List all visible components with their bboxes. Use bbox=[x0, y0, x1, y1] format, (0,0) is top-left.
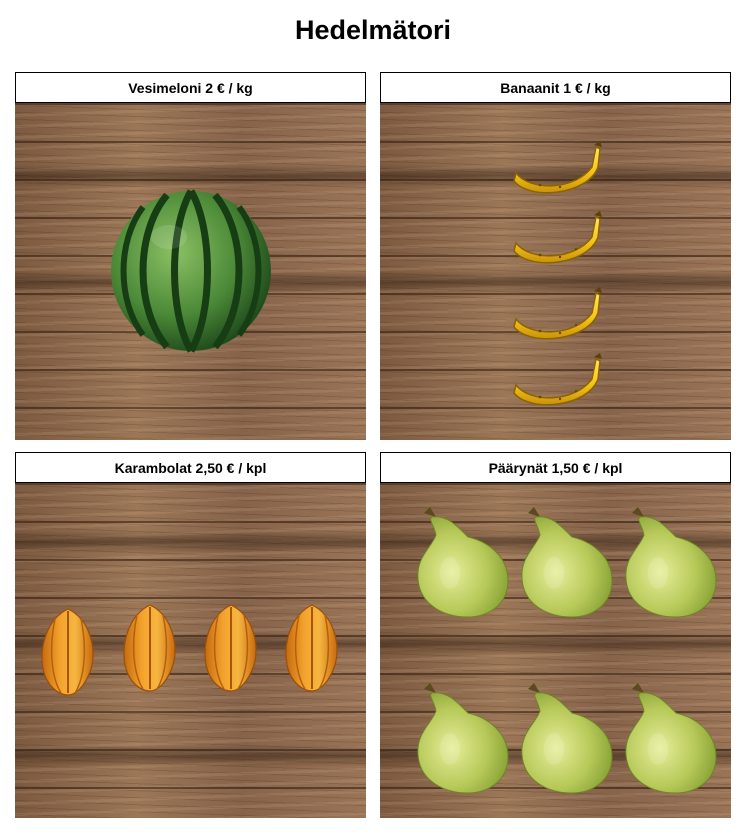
pear-icon[interactable] bbox=[414, 683, 512, 795]
banana-icon[interactable] bbox=[510, 353, 602, 409]
wood-display-watermelon bbox=[15, 103, 366, 440]
banana-icon[interactable] bbox=[510, 141, 602, 197]
page-title: Hedelmätori bbox=[294, 15, 452, 45]
stall-bananas[interactable]: Banaanit 1 € / kg bbox=[380, 72, 731, 440]
stall-star-fruit[interactable]: Karambolat 2,50 € / kpl bbox=[15, 452, 366, 818]
stall-label-watermelon: Vesimeloni 2 € / kg bbox=[15, 72, 366, 103]
pear-icon[interactable] bbox=[622, 683, 720, 795]
pear-icon[interactable] bbox=[622, 507, 720, 619]
stall-pears[interactable]: Päärynät 1,50 € / kpl bbox=[380, 452, 731, 818]
stall-watermelon[interactable]: Vesimeloni 2 € / kg bbox=[15, 72, 366, 440]
pear-icon[interactable] bbox=[518, 507, 616, 619]
star-fruit-icon[interactable] bbox=[121, 603, 179, 693]
stall-label-bananas: Banaanit 1 € / kg bbox=[380, 72, 731, 103]
pear-icon[interactable] bbox=[414, 507, 512, 619]
banana-icon[interactable] bbox=[510, 287, 602, 343]
wood-display-star-fruit bbox=[15, 483, 366, 818]
wood-display-bananas bbox=[380, 103, 731, 440]
star-fruit-icon[interactable] bbox=[39, 607, 97, 697]
pear-icon[interactable] bbox=[518, 683, 616, 795]
star-fruit-icon[interactable] bbox=[283, 603, 341, 693]
watermelon-icon[interactable] bbox=[109, 189, 273, 353]
banana-icon[interactable] bbox=[510, 211, 602, 267]
stall-label-star-fruit: Karambolat 2,50 € / kpl bbox=[15, 452, 366, 483]
stall-label-pears: Päärynät 1,50 € / kpl bbox=[380, 452, 731, 483]
star-fruit-icon[interactable] bbox=[202, 603, 260, 693]
wood-display-pears bbox=[380, 483, 731, 818]
